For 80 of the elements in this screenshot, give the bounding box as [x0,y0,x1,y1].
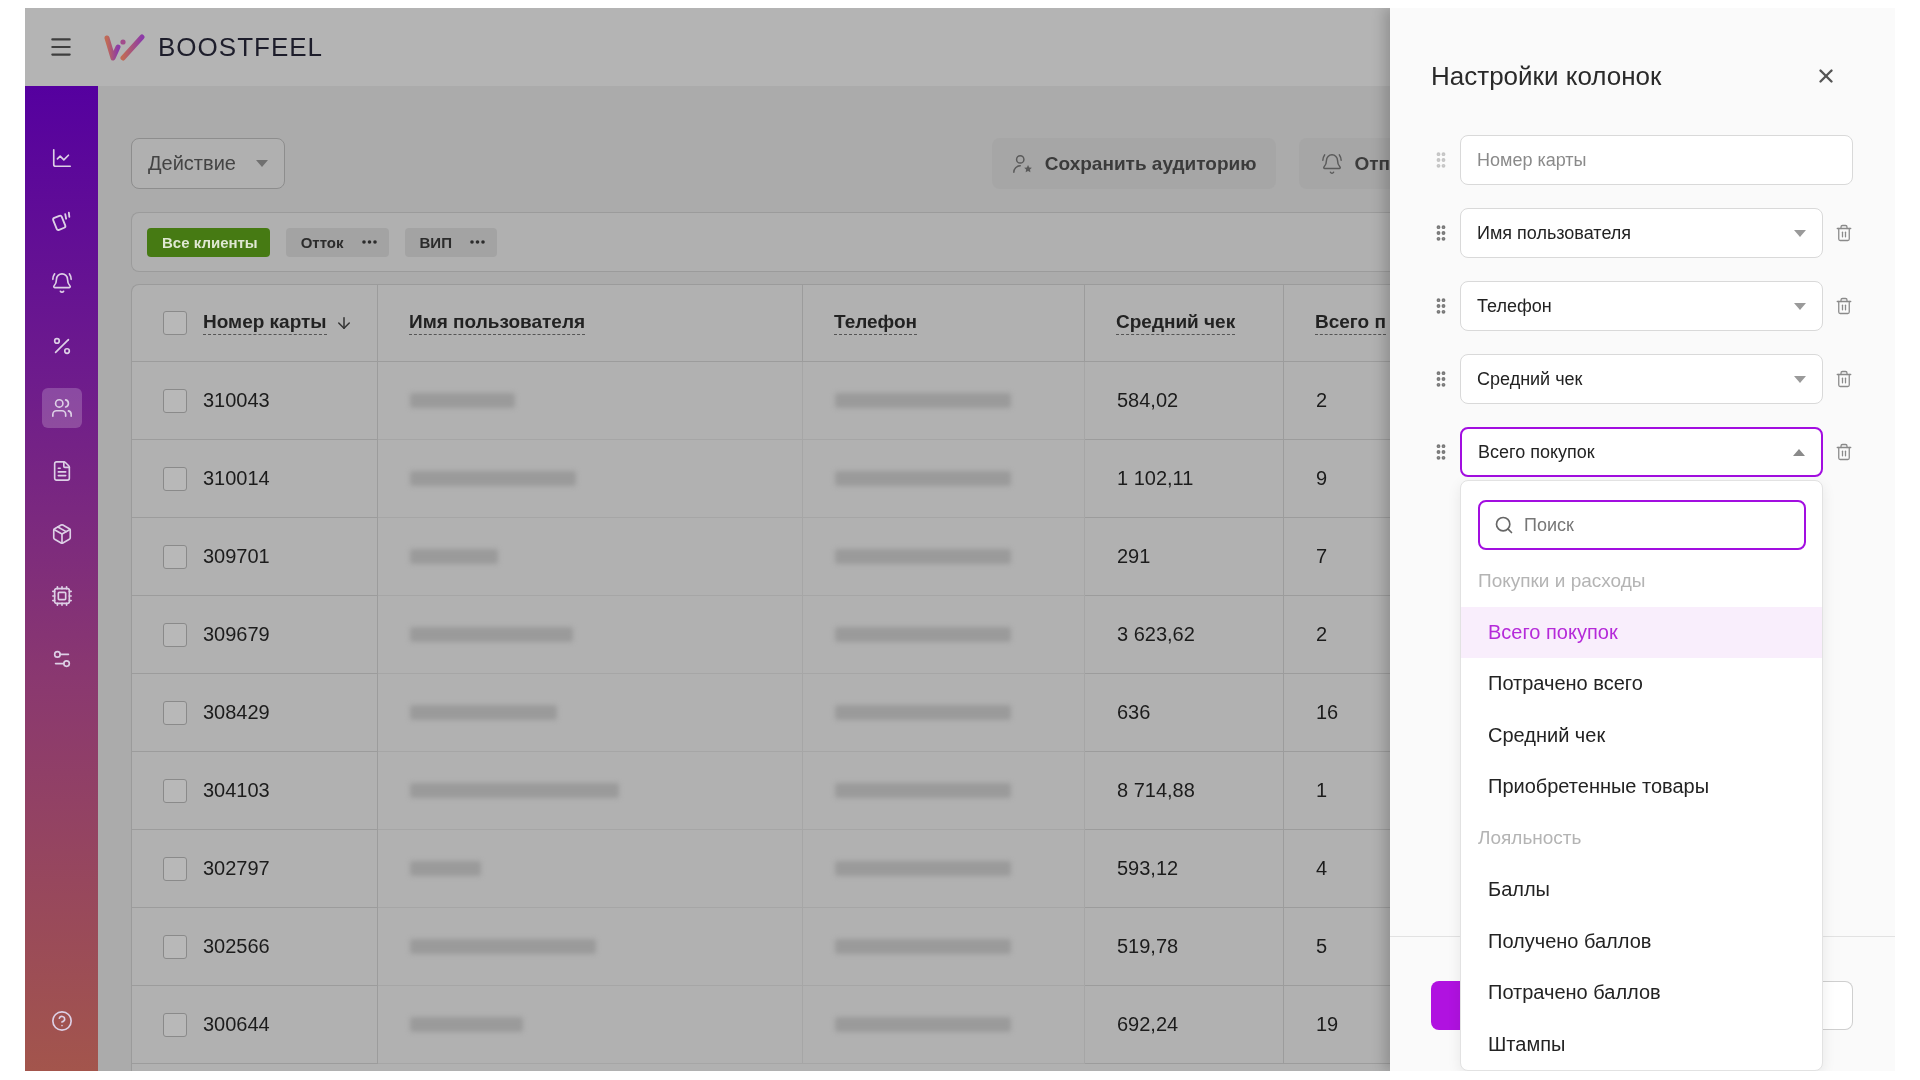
toolbar-button[interactable]: Отп [1299,138,1390,189]
checkbox[interactable] [163,544,187,569]
table-cell: 291 [1085,518,1284,596]
table-cell: 310043 [203,389,270,412]
segment-tab[interactable]: ВИП [404,227,497,257]
caret-down-icon [1794,375,1806,383]
column-header[interactable]: Всего п [1315,311,1386,335]
chart-icon [50,147,73,169]
search-field[interactable]: Поиск [1478,500,1806,550]
segment-tab[interactable]: Все клиенты [147,227,270,257]
checkbox[interactable] [163,700,187,725]
trash-icon[interactable] [1835,369,1853,389]
table-cell: 692,24 [1085,986,1284,1064]
users-icon [50,397,73,420]
table-cell: 8 714,88 [1085,752,1284,830]
table-cell: 309701 [203,545,270,568]
menu-option[interactable]: Средний чек [1461,709,1822,761]
table-cell: 308429 [203,701,270,724]
table-cell: 304103 [203,779,270,802]
menu-option[interactable]: Приобретенные товары [1461,761,1822,813]
more-icon[interactable] [361,240,377,244]
footer-button[interactable] [1431,981,1461,1030]
column-header[interactable]: Номер карты [203,311,353,335]
trash-icon[interactable] [1835,223,1853,243]
table-cell: 309679 [203,623,270,646]
menu-option[interactable]: Потрачено всего [1461,658,1822,710]
table-cell: 302797 [203,857,270,880]
table-cell: 310014 [203,467,270,490]
menu-option[interactable]: Штампы [1461,1018,1822,1070]
toolbar-button[interactable]: Сохранить аудиторию [991,138,1277,189]
trash-icon[interactable] [1835,442,1853,462]
checkbox[interactable] [163,1012,187,1037]
menu-option[interactable]: Потрачено баллов [1461,967,1822,1019]
checkbox[interactable] [163,311,187,335]
column-header[interactable]: Имя пользователя [409,311,586,335]
trash-icon[interactable] [1835,296,1853,316]
box-icon [50,522,73,545]
column-select[interactable]: Средний чек [1460,354,1823,404]
table-cell: 584,02 [1085,362,1284,440]
caret-down-icon [1794,302,1806,310]
checkbox[interactable] [163,934,187,959]
bell-icon [50,272,73,295]
logo-text: BOOSTFEEL [158,34,324,60]
caret-down-icon [1794,229,1806,237]
panel-title: Настройки колонок [1431,60,1662,92]
caret-up-icon [1793,448,1805,456]
checkbox[interactable] [163,388,187,413]
table-cell: 636 [1085,674,1284,752]
menu-option[interactable]: Всего покупок [1461,606,1822,658]
chip-icon [50,585,73,608]
table-cell: 1 102,11 [1085,440,1284,518]
checkbox[interactable] [163,856,187,881]
user-star-icon [1011,152,1034,175]
cards-icon [50,209,73,232]
segment-tab[interactable]: Отток [285,227,389,257]
checkbox[interactable] [163,778,187,803]
column-select[interactable]: Имя пользователя [1460,208,1823,258]
caret-down-icon [256,160,268,167]
table-cell: 300644 [203,1013,270,1036]
checkbox[interactable] [163,622,187,647]
table-cell: 593,12 [1085,830,1284,908]
menu-option[interactable]: Баллы [1461,864,1822,916]
group-title: Лояльность [1477,826,1583,851]
logo-icon [104,33,146,61]
menu-option[interactable]: Получено баллов [1461,915,1822,967]
column-select[interactable]: Всего покупок [1460,427,1823,477]
bell-icon [1321,152,1344,175]
search-icon [1494,515,1514,535]
column-header[interactable]: Средний чек [1116,311,1236,335]
checkbox[interactable] [163,466,187,491]
action-select[interactable]: Действие [131,138,285,189]
table-cell: 3 623,62 [1085,596,1284,674]
more-icon[interactable] [469,240,485,244]
help-icon[interactable] [50,1010,73,1032]
table-cell: 302566 [203,935,270,958]
column-select[interactable]: Телефон [1460,281,1823,331]
table-cell: 519,78 [1085,908,1284,986]
column-header[interactable]: Телефон [834,311,918,335]
group-title: Покупки и расходы [1477,568,1647,593]
sidebar-item[interactable] [41,388,82,429]
